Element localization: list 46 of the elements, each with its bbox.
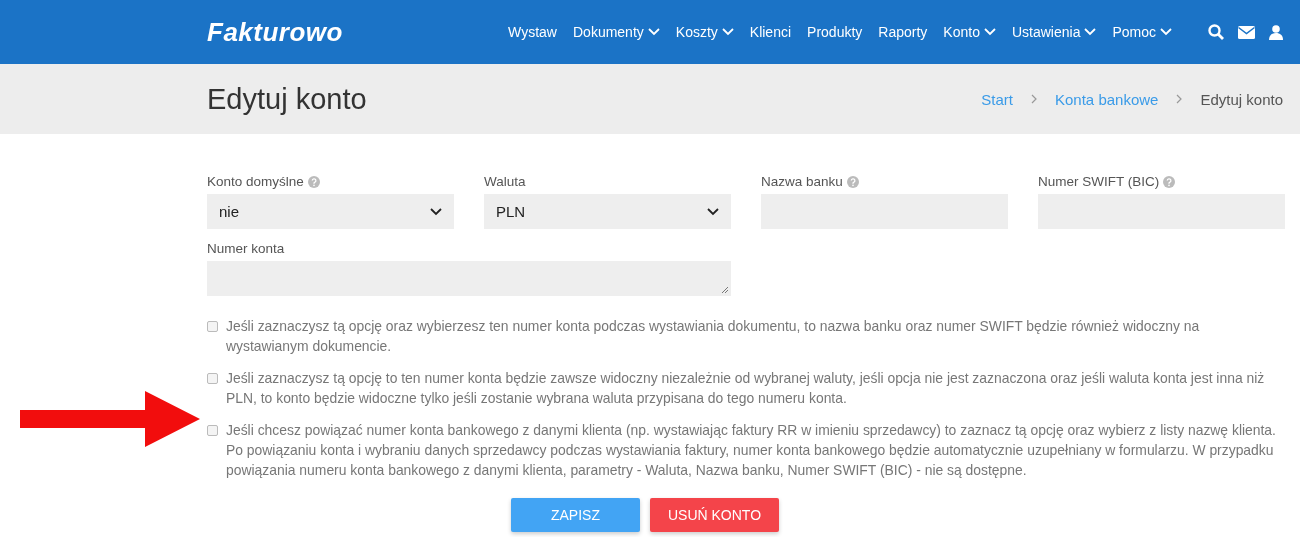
textarea-field[interactable] bbox=[207, 261, 731, 296]
nav-link[interactable]: Klienci bbox=[741, 24, 800, 40]
chevron-down-icon bbox=[721, 28, 734, 36]
breadcrumb-item[interactable]: Start bbox=[981, 90, 1013, 108]
select-field[interactable]: PLN bbox=[484, 194, 731, 229]
field-label: Numer SWIFT (BIC) bbox=[1038, 174, 1160, 189]
chevron-down-icon bbox=[647, 28, 660, 36]
chevron-right-icon bbox=[1176, 94, 1183, 104]
chevron-down-icon bbox=[707, 207, 719, 216]
chevron-down-icon bbox=[983, 28, 996, 36]
help-icon[interactable] bbox=[1163, 175, 1176, 188]
field-label: Waluta bbox=[484, 174, 526, 189]
field-label: Nazwa banku bbox=[761, 174, 843, 189]
chevron-right-icon bbox=[1031, 94, 1037, 104]
checkbox[interactable] bbox=[207, 425, 218, 436]
page-title: Edytuj konto bbox=[207, 82, 367, 116]
select-field[interactable]: nie bbox=[207, 194, 454, 229]
help-icon[interactable] bbox=[307, 175, 320, 188]
nav-link[interactable]: Dokumenty bbox=[565, 24, 668, 40]
resize-handle-icon[interactable] bbox=[721, 286, 729, 294]
nav-link[interactable]: Pomoc bbox=[1104, 24, 1180, 40]
help-icon[interactable] bbox=[846, 175, 859, 188]
nav-link[interactable]: Ustawienia bbox=[1003, 24, 1105, 40]
option-description: Jeśli zaznaczysz tą opcję oraz wybierzesz ten numer konta podczas wystawiania dokumentu, to nazwa banku oraz numer SWIFT będzie również widoczny na wystawianym dokumencie. bbox=[226, 317, 1201, 356]
breadcrumb-item[interactable]: Konta bankowe bbox=[1055, 90, 1159, 108]
option-description: Jeśli chcesz powiązać numer konta bankowego z danymi klienta (np. wystawiając faktury RR w imieniu sprzedawcy) to zaznacz tą opcję oraz wybierz z listy nazwę klienta. Po powiązaniu konta i wybraniu danych sprzedawcy podczas wystawiania faktury, numer konta bankowego będzie automatycznie uzupełniany w formularzu. W przypadku powiązania numeru konta bankowego z danymi klienta, parametry - Waluta, Nazwa banku, Numer SWIFT (BIC) - nie są dostępne. bbox=[226, 421, 1277, 480]
breadcrumb-item: Edytuj konto bbox=[1200, 90, 1283, 108]
logo[interactable]: Fakturowo bbox=[207, 16, 343, 48]
option-description: Jeśli zaznaczysz tą opcję to ten numer konta będzie zawsze widoczny niezależnie od wybranej waluty, jeśli opcja nie jest zaznaczona oraz jeśli waluta konta jest inna niż PLN, to konto będzie widoczne tylko jeśli zostanie wybrana waluta przypisana do tego numeru konta. bbox=[226, 369, 1266, 408]
nav-link[interactable]: Koszty bbox=[667, 24, 742, 40]
nav-link[interactable]: Raporty bbox=[870, 24, 936, 40]
nav-link[interactable]: Konto bbox=[935, 24, 1004, 40]
chevron-down-icon bbox=[1160, 28, 1172, 36]
field-label: Konto domyślne bbox=[207, 174, 304, 189]
envelope-icon[interactable] bbox=[1238, 25, 1255, 39]
chevron-down-icon bbox=[430, 207, 442, 216]
search-icon[interactable] bbox=[1208, 24, 1224, 40]
save-button[interactable]: ZAPISZ bbox=[511, 498, 640, 532]
nav-link[interactable]: Produkty bbox=[799, 24, 871, 40]
delete-button[interactable]: USUŃ KONTO bbox=[650, 498, 779, 532]
checkbox[interactable] bbox=[207, 373, 218, 384]
field-label: Numer konta bbox=[207, 241, 285, 256]
nav-link[interactable]: Wystaw bbox=[500, 24, 565, 40]
user-icon[interactable] bbox=[1269, 24, 1283, 40]
chevron-down-icon bbox=[1084, 28, 1097, 36]
checkbox[interactable] bbox=[207, 321, 218, 332]
